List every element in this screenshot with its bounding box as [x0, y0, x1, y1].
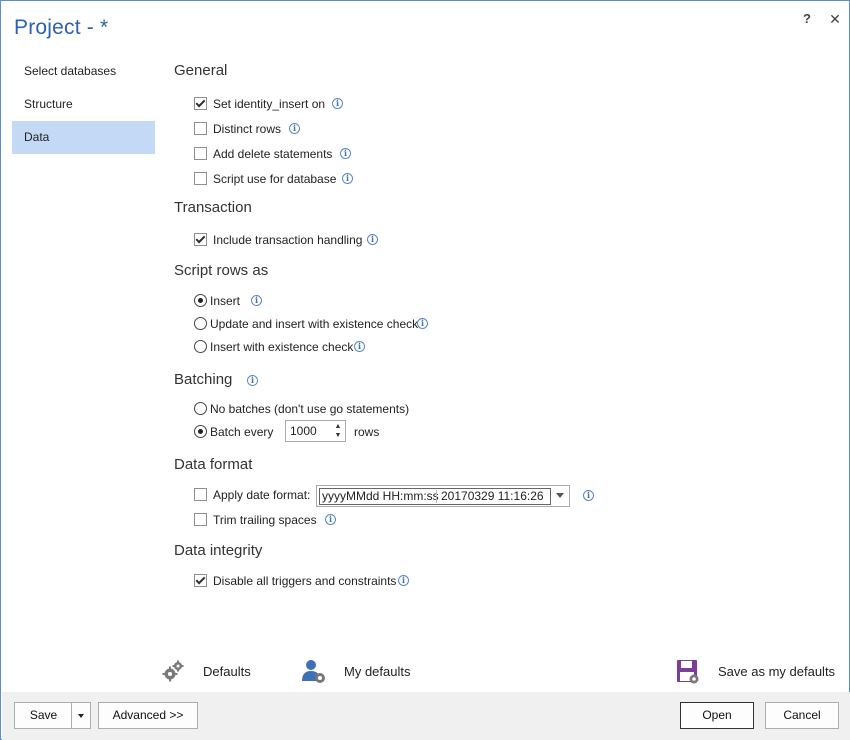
section-transaction-title: Transaction	[174, 199, 252, 216]
option-label: Include transaction handling	[213, 233, 363, 247]
save-as-my-defaults-label: Save as my defaults	[718, 664, 836, 679]
date-format-field[interactable]: yyyyMMdd HH:mm:ss 20170329 11:16:26	[319, 488, 551, 505]
section-data-format-title: Data format	[174, 456, 253, 473]
info-icon[interactable]: i	[289, 123, 300, 134]
user-settings-icon	[302, 660, 325, 683]
info-icon[interactable]: i	[342, 173, 353, 184]
stepper-up-icon[interactable]: ▲	[333, 422, 343, 431]
data-options-panel: General Set identity_insert on i Distinc…	[1, 1, 850, 691]
section-data-integrity-title: Data integrity	[174, 542, 263, 559]
option-label: Apply date format:	[213, 488, 311, 502]
option-label: Add delete statements	[213, 147, 333, 161]
defaults-button[interactable]: Defaults	[161, 659, 261, 685]
open-button[interactable]: Open	[680, 702, 754, 729]
chevron-down-icon[interactable]	[556, 493, 564, 498]
stepper-down-icon[interactable]: ▼	[333, 431, 343, 440]
section-batching-title: Batching	[174, 371, 233, 388]
date-format-select[interactable]: yyyyMMdd HH:mm:ss 20170329 11:16:26	[316, 485, 570, 507]
info-icon[interactable]: i	[583, 490, 594, 501]
info-icon[interactable]: i	[367, 234, 378, 245]
save-defaults-icon	[677, 660, 699, 684]
project-dialog: Project - * ? ✕ Select databases Structu…	[0, 0, 850, 740]
info-icon[interactable]: i	[417, 318, 428, 329]
cancel-button[interactable]: Cancel	[765, 702, 839, 729]
info-icon[interactable]: i	[354, 341, 365, 352]
section-general-title: General	[174, 62, 228, 79]
checkbox[interactable]	[194, 513, 207, 526]
option-label: Script use for database	[213, 172, 337, 186]
info-icon[interactable]: i	[247, 375, 258, 386]
save-button[interactable]: Save	[14, 702, 73, 729]
option-label: Insert	[210, 294, 241, 308]
chevron-down-icon	[78, 713, 84, 718]
rows-label: rows	[354, 425, 380, 439]
option-label: Insert with existence check	[210, 340, 354, 354]
radio-button[interactable]	[194, 340, 207, 353]
defaults-label: Defaults	[203, 664, 251, 679]
checkbox[interactable]	[194, 574, 207, 587]
radio-button[interactable]	[194, 294, 207, 307]
date-format-value: yyyyMMdd HH:mm:ss	[322, 489, 439, 503]
advanced-button[interactable]: Advanced >>	[98, 702, 198, 729]
option-label: Distinct rows	[213, 122, 282, 136]
checkbox[interactable]	[194, 122, 207, 135]
save-as-my-defaults-button[interactable]: Save as my defaults	[676, 659, 835, 685]
info-icon[interactable]: i	[332, 98, 343, 109]
radio-button[interactable]	[194, 402, 207, 415]
my-defaults-button[interactable]: My defaults	[301, 659, 421, 685]
radio-button[interactable]	[194, 317, 207, 330]
divider	[436, 490, 437, 503]
option-label: Batch every	[210, 425, 274, 439]
gears-icon	[162, 660, 184, 682]
checkbox[interactable]	[194, 172, 207, 185]
option-label: Update and insert with existence check	[210, 317, 419, 331]
option-label: No batches (don't use go statements)	[210, 402, 410, 416]
option-label: Trim trailing spaces	[213, 513, 317, 527]
info-icon[interactable]: i	[398, 575, 409, 586]
checkbox[interactable]	[194, 488, 207, 501]
section-script-rows-as-title: Script rows as	[174, 262, 269, 279]
info-icon[interactable]: i	[325, 514, 336, 525]
option-label: Set identity_insert on	[213, 97, 326, 111]
checkbox[interactable]	[194, 233, 207, 246]
radio-button[interactable]	[194, 425, 207, 438]
batch-size-value[interactable]: 1000	[290, 424, 317, 438]
batch-size-stepper[interactable]: 1000 ▲ ▼	[285, 420, 346, 442]
save-options-dropdown[interactable]	[71, 702, 91, 729]
checkbox[interactable]	[194, 97, 207, 110]
my-defaults-label: My defaults	[344, 664, 411, 679]
date-format-example: 20170329 11:16:26	[441, 489, 544, 503]
option-label: Disable all triggers and constraints	[213, 574, 397, 588]
dialog-footer: Save Advanced >> Open Cancel	[2, 692, 850, 740]
info-icon[interactable]: i	[340, 148, 351, 159]
info-icon[interactable]: i	[251, 295, 262, 306]
checkbox[interactable]	[194, 147, 207, 160]
